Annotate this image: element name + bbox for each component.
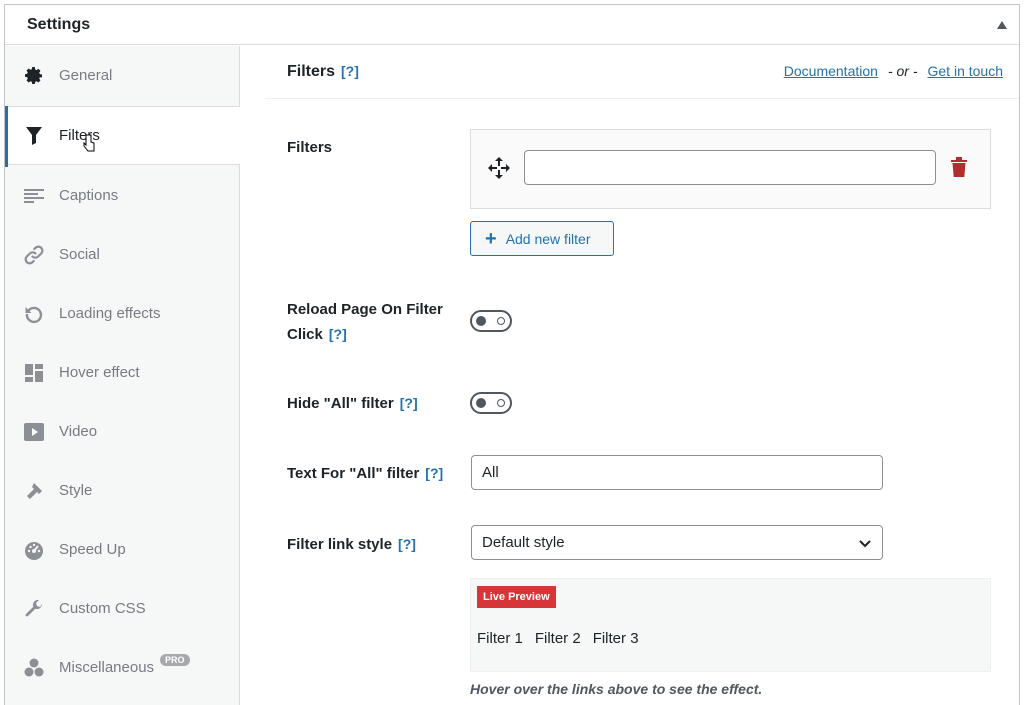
live-preview-box: Live Preview Filter 1 Filter 2 Filter 3	[470, 578, 991, 672]
help-link[interactable]: [?]	[329, 326, 347, 342]
sidebar-item-filters[interactable]: Filters	[5, 106, 240, 167]
add-new-filter-button[interactable]: + Add new filter	[470, 221, 614, 256]
main-content: Filters [?] Documentation - or - Get in tou…	[241, 46, 1019, 705]
plus-icon: +	[485, 227, 497, 250]
sidebar-item-custom-css[interactable]: Custom CSS	[5, 579, 240, 638]
sidebar-item-speed-up[interactable]: Speed Up	[5, 520, 240, 579]
panel-title: Settings	[27, 16, 91, 33]
add-new-filter-label: Add new filter	[505, 230, 591, 247]
preview-filter-link[interactable]: Filter 2	[535, 630, 581, 647]
trash-icon[interactable]	[950, 157, 968, 177]
sidebar-item-captions[interactable]: Captions	[5, 166, 240, 225]
filter-link-style-value: Default style	[482, 534, 565, 551]
filter-link-style-select[interactable]: Default style	[471, 525, 883, 560]
pro-badge: PRO	[160, 653, 190, 666]
sidebar-item-label: Hover effect	[59, 364, 140, 381]
sidebar-item-hover-effect[interactable]: Hover effect	[5, 343, 240, 402]
wrench-icon	[23, 598, 45, 620]
reload-page-toggle[interactable]	[470, 310, 512, 332]
text-for-all-label-text: Text For "All" filter	[287, 465, 420, 482]
dots-group-icon	[23, 657, 45, 679]
chevron-down-icon	[859, 540, 871, 548]
layout-grid-icon	[23, 362, 45, 384]
toggle-off-indicator	[497, 399, 505, 407]
sidebar-item-label: Speed Up	[59, 541, 126, 558]
top-links: Documentation - or - Get in touch	[784, 63, 1003, 79]
sidebar-item-label: Captions	[59, 187, 119, 204]
reload-page-label-line1: Reload Page On Filter	[287, 301, 443, 318]
filter-link-style-label-text: Filter link style	[287, 536, 393, 553]
sidebar: General Filters Captions Social Loading …	[5, 46, 240, 705]
sidebar-item-social[interactable]: Social	[5, 225, 240, 284]
preview-filter-link[interactable]: Filter 1	[477, 630, 523, 647]
play-icon	[23, 421, 45, 443]
reload-icon	[23, 303, 45, 325]
dashboard-icon	[23, 539, 45, 561]
documentation-link[interactable]: Documentation	[784, 63, 878, 79]
get-in-touch-link[interactable]: Get in touch	[928, 63, 1004, 79]
filter-link-style-label: Filter link style [?]	[287, 532, 416, 557]
gear-icon	[23, 65, 45, 87]
sidebar-item-loading-effects[interactable]: Loading effects	[5, 284, 240, 343]
section-title-text: Filters	[287, 63, 336, 80]
live-preview-badge: Live Preview	[477, 586, 556, 608]
sidebar-item-label: Style	[59, 482, 93, 499]
help-link[interactable]: [?]	[400, 395, 418, 411]
link-icon	[23, 244, 45, 266]
settings-panel: Settings General Filters Captions Social…	[4, 4, 1020, 705]
sidebar-item-label: General	[59, 67, 113, 84]
brush-icon	[23, 480, 45, 502]
text-for-all-input[interactable]: All	[471, 455, 883, 490]
sidebar-item-general[interactable]: General	[5, 46, 240, 105]
or-separator: - or -	[887, 63, 918, 79]
filter-list	[470, 129, 991, 209]
help-link[interactable]: [?]	[341, 63, 359, 79]
hide-all-label: Hide "All" filter [?]	[287, 391, 418, 416]
sidebar-item-label: Custom CSS	[59, 600, 146, 617]
filters-label: Filters	[287, 139, 333, 156]
move-icon[interactable]	[488, 157, 510, 179]
help-link[interactable]: [?]	[398, 536, 416, 552]
sidebar-item-video[interactable]: Video	[5, 402, 240, 461]
sidebar-item-label: Social	[59, 246, 100, 263]
text-align-icon	[23, 185, 45, 207]
sidebar-item-style[interactable]: Style	[5, 461, 240, 520]
filter-name-input[interactable]	[524, 150, 936, 185]
toggle-knob	[476, 398, 486, 408]
sidebar-item-label: Video	[59, 423, 98, 440]
triangle-up-icon[interactable]	[995, 19, 1009, 31]
funnel-icon	[23, 125, 45, 147]
preview-filter-link[interactable]: Filter 3	[593, 630, 639, 647]
panel-header: Settings	[5, 5, 1019, 45]
text-for-all-label: Text For "All" filter [?]	[287, 461, 443, 486]
help-link[interactable]: [?]	[425, 465, 443, 481]
hide-all-toggle[interactable]	[470, 392, 512, 414]
reload-page-label: Reload Page On Filter Click [?]	[287, 298, 443, 347]
preview-hint: Hover over the links above to see the ef…	[470, 681, 763, 697]
reload-page-label-line2: Click	[287, 326, 323, 343]
toggle-knob	[476, 316, 486, 326]
toggle-off-indicator	[497, 317, 505, 325]
pointer-cursor-icon	[83, 134, 95, 152]
hide-all-label-text: Hide "All" filter	[287, 395, 394, 412]
section-title: Filters [?]	[287, 63, 359, 81]
divider	[265, 98, 1019, 99]
sidebar-item-miscellaneous[interactable]: Miscellaneous PRO	[5, 638, 240, 697]
sidebar-item-label: Miscellaneous	[59, 659, 155, 676]
sidebar-item-label: Loading effects	[59, 305, 161, 322]
preview-filter-links: Filter 1 Filter 2 Filter 3	[477, 630, 639, 647]
